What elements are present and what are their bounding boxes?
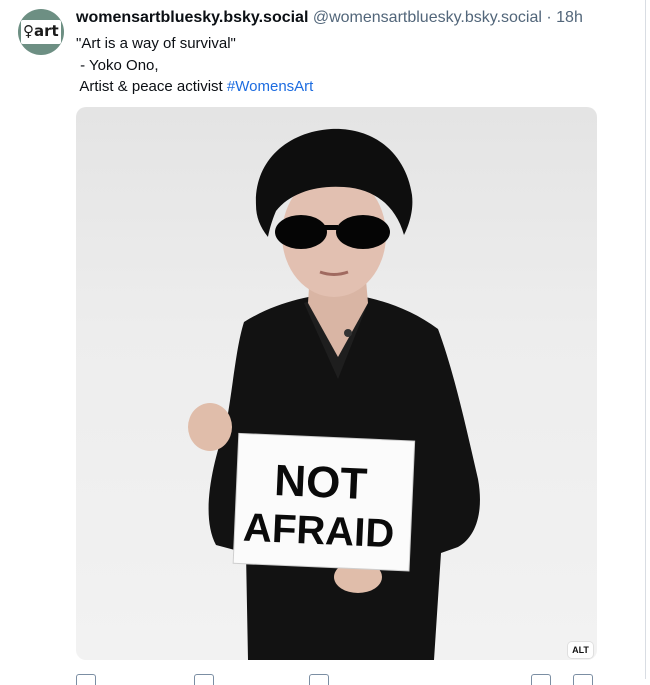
sign-group: NOT AFRAID [232,432,416,572]
repost-icon[interactable] [194,674,214,685]
post-timestamp[interactable]: 18h [556,9,583,26]
feed-column-border [645,0,646,679]
share-icon[interactable] [573,674,593,685]
post-text-line: - Yoko Ono, [76,56,159,74]
post-text-line: "Art is a way of survival" [76,35,236,52]
left-hand [188,403,232,451]
post-actions [76,670,597,685]
sunglasses-left-lens [275,215,327,249]
header-separator: · [546,9,552,26]
like-icon[interactable] [309,674,329,685]
alt-text-button[interactable]: ALT [568,642,593,658]
bookmark-icon[interactable] [531,674,551,685]
avatar-logo-text: ♀art [23,22,59,40]
sign-text-line-2: AFRAID [242,506,395,557]
reply-icon[interactable] [76,674,96,685]
sunglasses-bridge [324,225,338,230]
avatar[interactable]: ♀art [18,9,64,55]
sign-text-line-1: NOT [273,456,368,509]
post-image[interactable]: NOT AFRAID [76,107,597,660]
sunglasses-right-lens [336,215,390,249]
post-text: "Art is a way of survival" - Yoko Ono, A… [76,33,313,98]
post-text-line: Artist & peace activist #WomensArt [76,76,313,98]
author-display-name[interactable]: womensartbluesky.bsky.social [76,9,308,26]
post: ♀art womensartbluesky.bsky.social @women… [0,0,645,685]
author-handle[interactable]: @womensartbluesky.bsky.social [313,9,542,26]
post-text-line-content: Artist & peace activist [76,78,227,95]
hashtag-link[interactable]: #WomensArt [227,78,313,95]
photo-illustration: NOT AFRAID [188,128,480,660]
post-header: womensartbluesky.bsky.social @womensartb… [76,8,583,28]
lapel-pin [344,329,352,337]
